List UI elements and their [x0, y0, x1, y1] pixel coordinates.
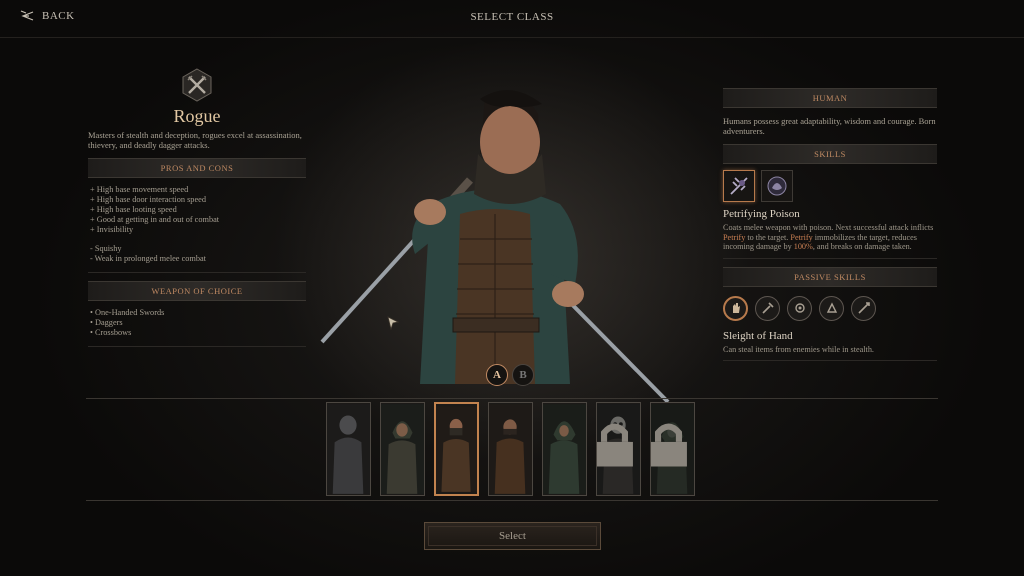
divider: [723, 360, 937, 361]
pro-item: + Invisibility: [90, 225, 134, 234]
crossed-daggers-icon: [182, 68, 212, 102]
pro-item: + High base looting speed: [90, 205, 177, 214]
mouse-cursor-icon: [387, 316, 399, 330]
poison-skill-icon[interactable]: [723, 170, 755, 202]
outfit-b-button[interactable]: B: [512, 364, 534, 386]
lock-icon: [597, 423, 633, 467]
sleight-of-hand-icon[interactable]: [723, 295, 748, 321]
divider: [88, 272, 306, 273]
divider: [88, 346, 306, 347]
variant-card-hooded[interactable]: [542, 402, 587, 496]
skill-description: Coats melee weapon with poison. Next suc…: [723, 223, 937, 252]
skills-header: SKILLS: [723, 144, 937, 164]
variant-card-rogue[interactable]: [434, 402, 479, 496]
lockpick-icon[interactable]: [755, 295, 780, 321]
weapon-item: • Daggers: [90, 318, 123, 327]
variant-card-bandit[interactable]: [488, 402, 533, 496]
race-description: Humans possess great adaptability, wisdo…: [723, 116, 936, 136]
weapon-header: WEAPON OF CHOICE: [88, 281, 306, 301]
pros-cons-list: + High base movement speed + High base d…: [88, 185, 306, 264]
pro-item: + Good at getting in and out of combat: [90, 215, 220, 224]
weapon-item: • Crossbows: [90, 328, 132, 337]
passive-skills-row: [723, 295, 937, 321]
weapon-list: • One-Handed Swords • Daggers • Crossbow…: [88, 308, 306, 338]
passive-skills-header: PASSIVE SKILLS: [723, 266, 937, 287]
rogue-character-model[interactable]: [320, 84, 670, 404]
class-variants: [326, 402, 695, 496]
screen-title: SELECT CLASS: [470, 11, 554, 23]
skill-desc-keyword: 100%: [793, 242, 813, 251]
outfit-toggle: A B: [486, 364, 534, 386]
ambush-icon[interactable]: [819, 295, 844, 321]
poison-weapon-icon[interactable]: [787, 295, 812, 321]
variant-card-wraith[interactable]: [650, 402, 695, 496]
weapon-item: • One-Handed Swords: [90, 308, 165, 317]
con-item: - Squishy: [90, 244, 122, 253]
outfit-a-button[interactable]: A: [486, 364, 508, 386]
pros-cons-header: PROS AND CONS: [88, 158, 306, 178]
skill-desc-text: , and breaks on damage taken.: [812, 242, 912, 251]
con-item: - Weak in prolonged melee combat: [90, 254, 206, 263]
skill-desc-keyword: Petrify: [723, 232, 746, 242]
race-header: HUMAN: [723, 88, 937, 108]
passive-title: Sleight of Hand: [723, 329, 793, 342]
variant-card-ranger[interactable]: [380, 402, 425, 496]
race-skills-panel: HUMAN Humans possess great adaptability,…: [723, 88, 937, 361]
backstab-icon[interactable]: [851, 295, 876, 321]
skill-desc-text: to the target.: [745, 232, 791, 242]
top-bar: BACK SELECT CLASS: [0, 0, 1024, 38]
divider: [723, 257, 937, 259]
variant-card-fighter[interactable]: [326, 402, 371, 496]
variant-card-skeleton[interactable]: [596, 402, 641, 496]
passive-description: Can steal items from enemies while in st…: [723, 344, 874, 354]
class-info-panel: Rogue Masters of stealth and deception, …: [88, 68, 306, 347]
skill-desc-keyword: Petrify: [790, 232, 813, 242]
lock-icon: [651, 423, 687, 467]
strip-bottom-line: [86, 500, 938, 501]
stealth-skill-icon[interactable]: [761, 170, 793, 202]
pro-item: + High base door interaction speed: [90, 195, 206, 204]
skill-title: Petrifying Poison: [723, 208, 800, 220]
strip-top-line: [86, 398, 938, 399]
class-description: Masters of stealth and deception, rogues…: [88, 130, 302, 150]
skills-row: [723, 170, 937, 202]
select-button[interactable]: Select: [424, 522, 601, 550]
skill-desc-text: Coats melee weapon with poison. Next suc…: [723, 223, 934, 232]
pro-item: + High base movement speed: [90, 185, 189, 194]
class-name: Rogue: [173, 106, 221, 126]
